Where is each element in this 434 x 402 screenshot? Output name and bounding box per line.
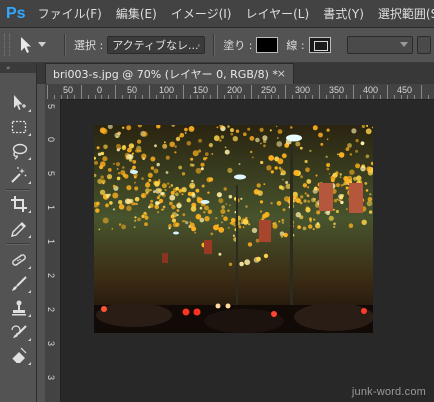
menu-layer[interactable]: レイヤー(L) bbox=[245, 5, 309, 22]
history-brush-tool-icon[interactable] bbox=[6, 321, 32, 343]
menu-select[interactable]: 選択範囲(S) bbox=[378, 5, 434, 22]
stroke-color-swatch[interactable] bbox=[308, 37, 331, 53]
chevron-down-icon bbox=[38, 42, 46, 47]
ruler-label: 50 bbox=[63, 85, 74, 95]
options-bar-grip[interactable] bbox=[4, 34, 10, 56]
stroke-label: 線 : bbox=[286, 39, 305, 52]
ruler-label: 150 bbox=[193, 85, 209, 95]
path-selection-arrow-icon bbox=[21, 37, 31, 53]
vertical-ruler[interactable]: 5 0 5 1 1 2 2 3 3 bbox=[45, 99, 61, 402]
ruler-label: 300 bbox=[295, 85, 311, 95]
document-tab-title: bri003-s.jpg @ 70% (レイヤー 0, RGB/8) * bbox=[53, 68, 278, 81]
menu-image[interactable]: イメージ(I) bbox=[171, 5, 232, 22]
horizontal-ruler[interactable]: 50 0 50 100 150 200 250 300 350 400 450 bbox=[45, 84, 434, 100]
path-selection-tool-icon[interactable] bbox=[6, 92, 32, 114]
select-target-dropdown[interactable]: アクティブなレ... bbox=[107, 36, 206, 54]
chevron-down-icon bbox=[399, 42, 408, 47]
eyedropper-tool-icon[interactable] bbox=[6, 218, 32, 240]
close-icon[interactable]: × bbox=[277, 67, 286, 80]
ruler-label: 1 bbox=[46, 205, 56, 211]
crop-tool-icon[interactable] bbox=[6, 193, 32, 215]
options-bar: 選択 : アクティブなレ... 塗り : 線 : bbox=[0, 28, 434, 63]
healing-brush-tool-icon[interactable] bbox=[6, 249, 32, 271]
ruler-label: 450 bbox=[397, 85, 413, 95]
document-image[interactable] bbox=[94, 125, 373, 333]
select-label: 選択 : bbox=[74, 39, 104, 52]
menu-type[interactable]: 書式(Y) bbox=[323, 5, 364, 22]
brush-tool-icon[interactable] bbox=[6, 273, 32, 295]
ruler-label: 0 bbox=[46, 137, 56, 143]
watermark-text: junk-word.com bbox=[351, 386, 426, 398]
ruler-label: 3 bbox=[46, 375, 56, 381]
stroke-type-dropdown[interactable] bbox=[416, 36, 431, 54]
document-tab-strip: bri003-s.jpg @ 70% (レイヤー 0, RGB/8) * × bbox=[0, 63, 434, 84]
photoshop-logo: Ps bbox=[6, 4, 26, 22]
options-separator bbox=[213, 34, 216, 56]
updown-arrows-icon bbox=[198, 43, 201, 47]
ruler-label: 2 bbox=[46, 307, 56, 313]
tools-separator bbox=[6, 189, 30, 191]
illumination-photo bbox=[94, 125, 373, 333]
stroke-width-dropdown[interactable] bbox=[346, 36, 413, 54]
clone-stamp-tool-icon[interactable] bbox=[6, 297, 32, 319]
fill-label: 塗り : bbox=[223, 39, 253, 52]
ruler-label: 5 bbox=[46, 171, 56, 177]
fill-color-swatch[interactable] bbox=[256, 37, 279, 53]
tools-panel-header[interactable]: » bbox=[0, 63, 36, 73]
ruler-label: 100 bbox=[159, 85, 175, 95]
menu-edit[interactable]: 編集(E) bbox=[116, 5, 157, 22]
eraser-tool-icon[interactable] bbox=[6, 345, 32, 367]
ruler-label: 400 bbox=[363, 85, 379, 95]
select-target-value: アクティブなレ... bbox=[112, 39, 199, 52]
ruler-label: 0 bbox=[97, 85, 103, 95]
ruler-label: 50 bbox=[127, 85, 138, 95]
ruler-label: 250 bbox=[261, 85, 277, 95]
document-canvas-area[interactable]: junk-word.com bbox=[61, 100, 434, 402]
magic-wand-tool-icon[interactable] bbox=[6, 164, 32, 186]
menu-file[interactable]: ファイル(F) bbox=[38, 5, 102, 22]
menu-bar: Ps ファイル(F) 編集(E) イメージ(I) レイヤー(L) 書式(Y) 選… bbox=[0, 0, 434, 28]
options-separator bbox=[64, 34, 66, 56]
ruler-label: 5 bbox=[46, 104, 56, 110]
ruler-label: 1 bbox=[46, 239, 56, 245]
document-tab[interactable]: bri003-s.jpg @ 70% (レイヤー 0, RGB/8) * × bbox=[45, 63, 294, 84]
tools-separator bbox=[6, 243, 30, 245]
lasso-tool-icon[interactable] bbox=[6, 140, 32, 162]
ruler-label: 350 bbox=[329, 85, 345, 95]
ruler-label: 2 bbox=[46, 273, 56, 279]
tools-panel: » bbox=[0, 63, 37, 402]
ruler-label: 200 bbox=[227, 85, 243, 95]
tool-preset-picker[interactable] bbox=[18, 36, 46, 54]
ruler-label: 3 bbox=[46, 341, 56, 347]
rectangular-marquee-tool-icon[interactable] bbox=[6, 116, 32, 138]
